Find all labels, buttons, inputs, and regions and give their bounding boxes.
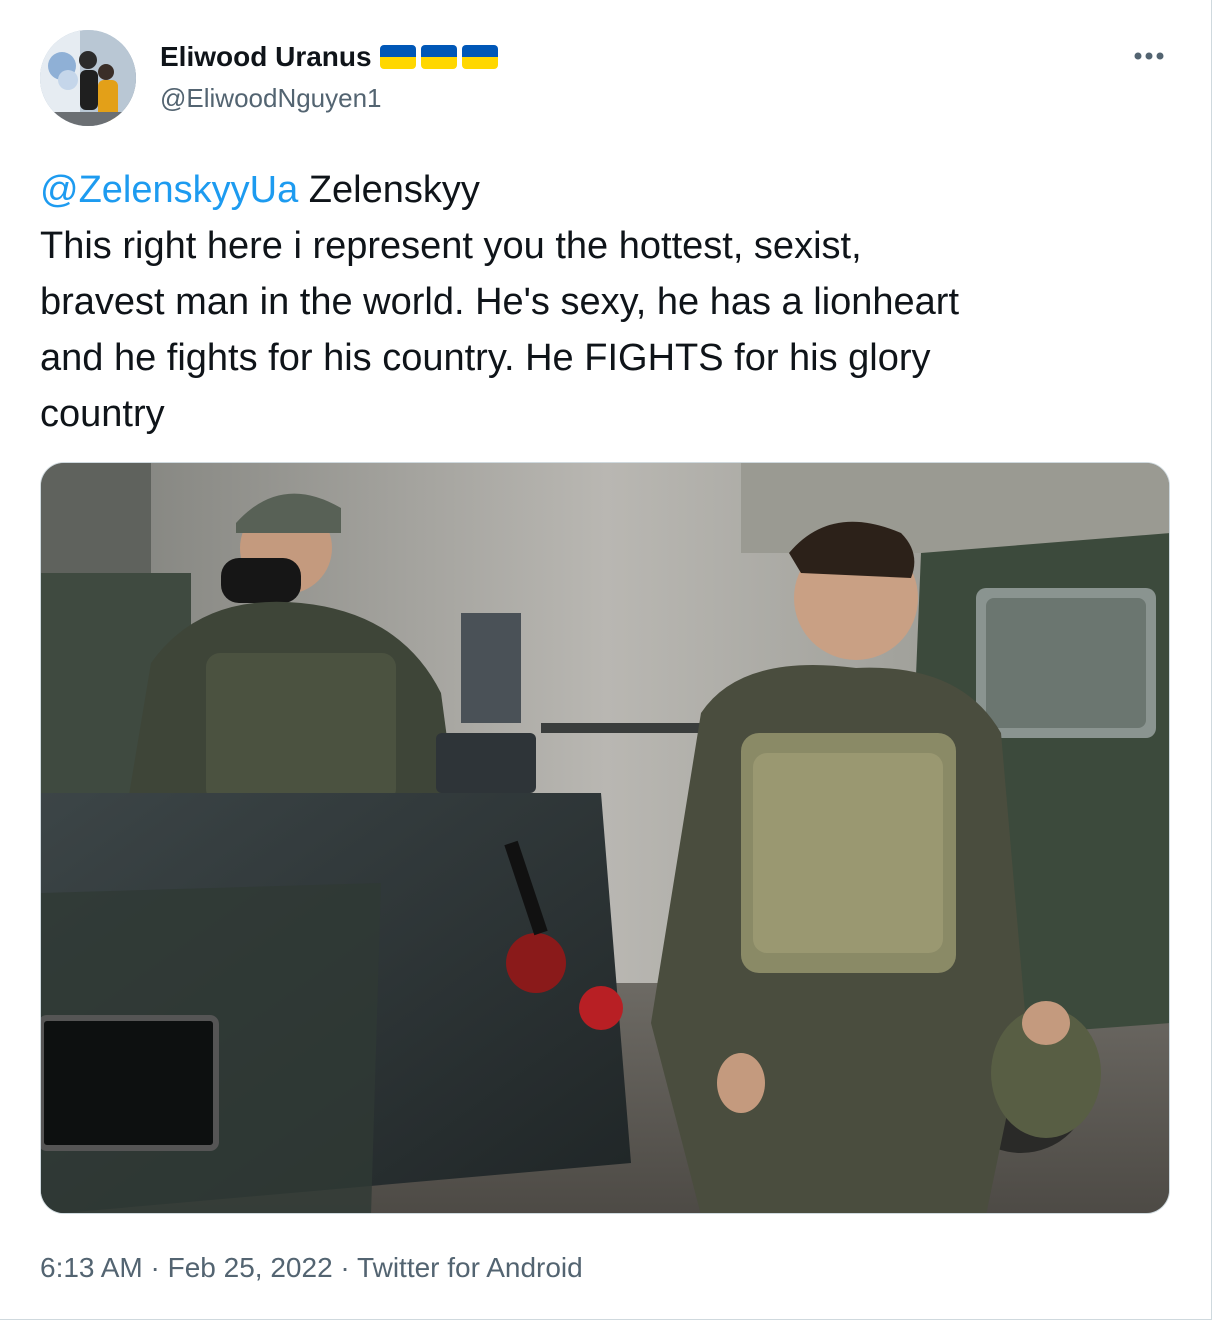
tweet-source[interactable]: Twitter for Android bbox=[357, 1252, 583, 1283]
tweet-time[interactable]: 6:13 AM bbox=[40, 1252, 143, 1283]
more-button[interactable] bbox=[1129, 36, 1169, 76]
tweet-media-photo[interactable] bbox=[40, 462, 1170, 1214]
tweet-text: @ZelenskyyUa Zelenskyy This right here i… bbox=[40, 162, 1170, 442]
ukraine-flag-icon bbox=[420, 45, 457, 69]
tweet-text-line: country bbox=[40, 393, 165, 435]
mention-link[interactable]: @ZelenskyyUa bbox=[40, 169, 298, 211]
tweet-text-line: This right here i represent you the hott… bbox=[40, 225, 862, 267]
meta-separator: · bbox=[332, 1252, 358, 1283]
tweet-text-line: @ZelenskyyUa Zelenskyy bbox=[40, 162, 1170, 218]
tweet-card: Eliwood Uranus @EliwoodNguyen1 @Zelensky… bbox=[0, 0, 1212, 1320]
more-horizontal-icon bbox=[1134, 52, 1164, 60]
tweet-date[interactable]: Feb 25, 2022 bbox=[168, 1252, 333, 1283]
meta-separator: · bbox=[142, 1252, 168, 1283]
tweet-text-line: and he fights for his country. He FIGHTS… bbox=[40, 337, 931, 379]
author-name[interactable]: Eliwood Uranus bbox=[160, 40, 498, 74]
avatar[interactable] bbox=[40, 30, 136, 126]
tweet-metadata: 6:13 AM · Feb 25, 2022 · Twitter for And… bbox=[40, 1250, 583, 1286]
author-handle[interactable]: @EliwoodNguyen1 bbox=[160, 82, 382, 114]
tweet-text-segment: Zelenskyy bbox=[298, 169, 480, 211]
ukraine-flag-icon bbox=[461, 45, 498, 69]
name-flags bbox=[379, 45, 498, 69]
photo-soldiers-and-vehicle bbox=[41, 463, 1169, 1213]
tweet-text-line: bravest man in the world. He's sexy, he … bbox=[40, 281, 960, 323]
author-name-text: Eliwood Uranus bbox=[160, 41, 372, 72]
ukraine-flag-icon bbox=[379, 45, 416, 69]
avatar-photo bbox=[40, 30, 136, 126]
